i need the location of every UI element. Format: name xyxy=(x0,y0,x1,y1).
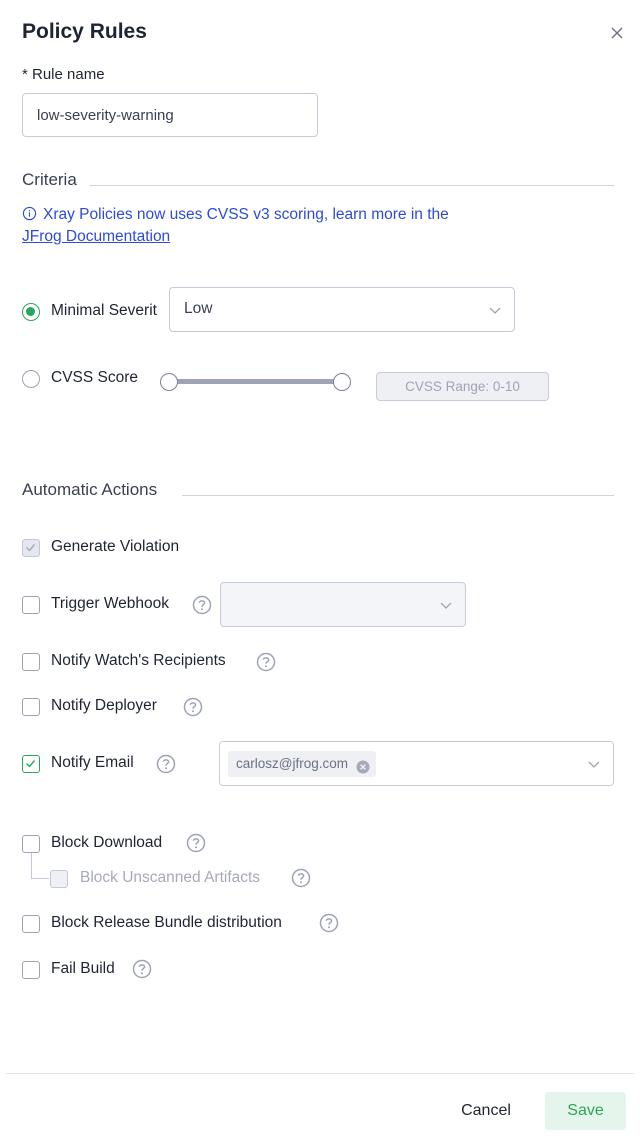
tree-connector-horizontal xyxy=(31,878,49,879)
remove-chip-icon[interactable] xyxy=(356,757,370,774)
automatic-actions-divider xyxy=(182,495,614,496)
automatic-actions-section-title: Automatic Actions xyxy=(22,480,158,499)
cvss-slider-max-handle[interactable] xyxy=(333,373,351,391)
minimal-severity-label: Minimal Severit xyxy=(51,302,157,319)
cvss-range-input[interactable]: CVSS Range: 0-10 xyxy=(376,372,549,401)
notify-email-label: Notify Email xyxy=(51,754,134,771)
cvss-score-radio[interactable] xyxy=(22,370,40,388)
fail-build-label: Fail Build xyxy=(51,960,115,977)
criteria-section-title: Criteria xyxy=(22,170,77,189)
rule-name-input[interactable] xyxy=(22,93,318,137)
chevron-down-icon xyxy=(488,303,502,317)
check-icon xyxy=(26,544,36,552)
email-chip: carlosz@jfrog.com xyxy=(228,751,376,777)
email-chip-label: carlosz@jfrog.com xyxy=(236,756,348,771)
trigger-webhook-checkbox[interactable] xyxy=(22,596,40,614)
tree-connector-vertical xyxy=(31,853,32,879)
cvss-info-message: Xray Policies now uses CVSS v3 scoring, … xyxy=(22,204,492,248)
minimal-severity-select[interactable]: Low xyxy=(169,287,515,332)
info-text: Xray Policies now uses CVSS v3 scoring, … xyxy=(43,206,449,223)
trigger-webhook-label: Trigger Webhook xyxy=(51,595,170,612)
save-button[interactable]: Save xyxy=(545,1092,626,1130)
help-icon[interactable] xyxy=(132,959,152,979)
help-icon[interactable] xyxy=(186,833,206,853)
minimal-severity-radio[interactable] xyxy=(22,303,40,321)
notify-deployer-checkbox[interactable] xyxy=(22,698,40,716)
help-icon[interactable] xyxy=(192,595,212,615)
block-download-label: Block Download xyxy=(51,834,163,851)
webhook-select[interactable] xyxy=(220,582,466,627)
help-icon[interactable] xyxy=(256,652,276,672)
info-icon xyxy=(22,206,37,221)
block-unscanned-label: Block Unscanned Artifacts xyxy=(80,869,261,886)
notify-watch-recipients-label: Notify Watch's Recipients xyxy=(51,652,226,669)
chevron-down-icon xyxy=(439,598,453,612)
close-icon[interactable] xyxy=(606,22,628,44)
criteria-divider xyxy=(90,185,614,186)
block-release-bundle-label: Block Release Bundle distribution xyxy=(51,914,282,931)
fail-build-checkbox[interactable] xyxy=(22,961,40,979)
block-unscanned-checkbox[interactable] xyxy=(50,870,68,888)
dialog-title: Policy Rules xyxy=(22,20,147,43)
notify-email-checkbox[interactable] xyxy=(22,755,40,773)
block-release-bundle-checkbox[interactable] xyxy=(22,915,40,933)
notify-watch-recipients-checkbox[interactable] xyxy=(22,653,40,671)
footer-divider xyxy=(6,1073,634,1074)
help-icon[interactable] xyxy=(291,868,311,888)
generate-violation-checkbox[interactable] xyxy=(22,539,40,557)
notify-deployer-label: Notify Deployer xyxy=(51,697,157,714)
block-download-checkbox[interactable] xyxy=(22,835,40,853)
check-icon xyxy=(26,760,36,768)
jfrog-documentation-link[interactable]: JFrog Documentation xyxy=(22,228,170,245)
cvss-score-label: CVSS Score xyxy=(51,369,139,386)
generate-violation-label: Generate Violation xyxy=(51,538,180,555)
help-icon[interactable] xyxy=(319,913,339,933)
cancel-button[interactable]: Cancel xyxy=(448,1093,524,1129)
minimal-severity-value: Low xyxy=(184,300,213,317)
help-icon[interactable] xyxy=(183,697,203,717)
help-icon[interactable] xyxy=(156,754,176,774)
chevron-down-icon xyxy=(587,757,601,771)
rule-name-label: * Rule name xyxy=(22,66,105,83)
cvss-slider-min-handle[interactable] xyxy=(160,373,178,391)
cvss-slider-track[interactable] xyxy=(168,379,342,384)
